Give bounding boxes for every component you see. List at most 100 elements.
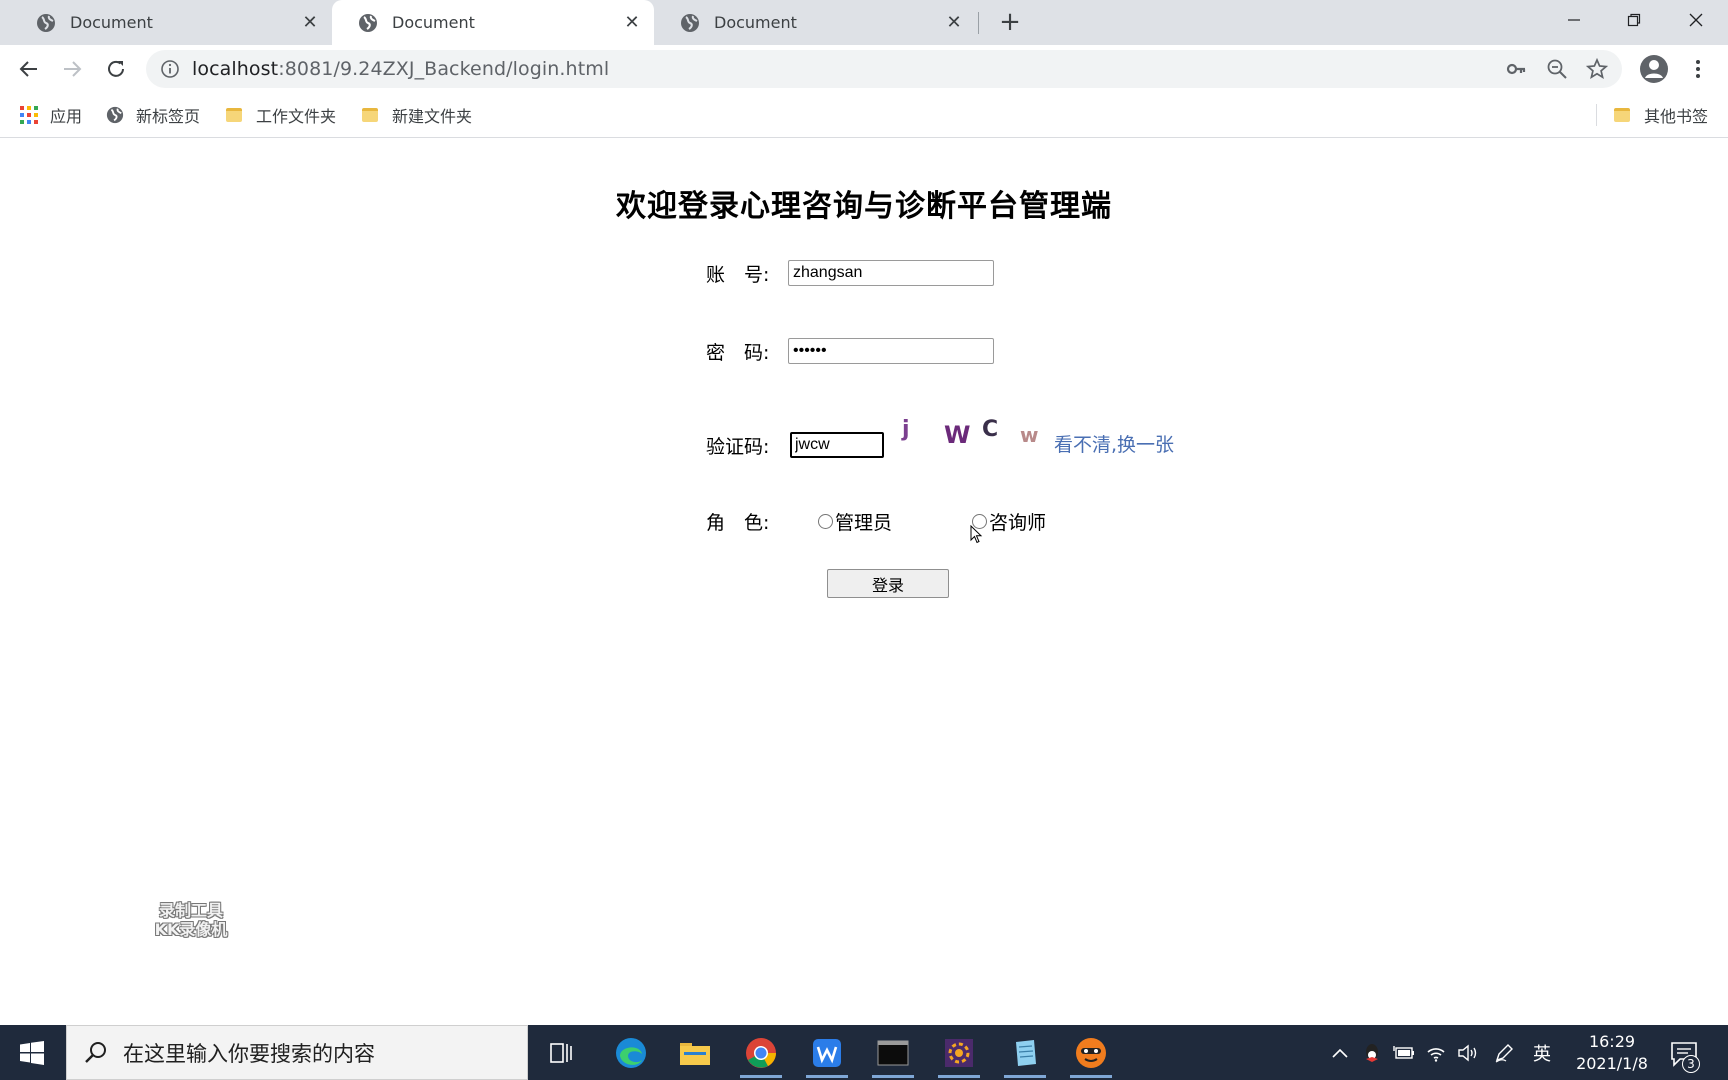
minimize-button[interactable]: [1546, 0, 1602, 40]
wps-writer-icon: [813, 1038, 841, 1067]
bookmark-star-icon[interactable]: [1586, 58, 1608, 80]
captcha-row: 验证码:: [706, 430, 884, 460]
close-icon[interactable]: ✕: [942, 11, 966, 35]
taskbar-search[interactable]: 在这里输入你要搜索的内容: [66, 1025, 528, 1080]
url-host: localhost: [192, 58, 279, 80]
taskbar-terminal[interactable]: [866, 1029, 920, 1078]
taskbar-wps[interactable]: [800, 1029, 854, 1078]
forward-arrow-icon: [64, 61, 82, 77]
taskbar-recorder[interactable]: [1064, 1029, 1118, 1078]
bookmark-other[interactable]: 其他书签: [1614, 103, 1708, 127]
tab-separator: [978, 12, 979, 34]
taskbar-eclipse[interactable]: [932, 1029, 986, 1078]
bookmark-separator: [1596, 104, 1597, 126]
taskbar-edge[interactable]: [604, 1029, 658, 1076]
info-icon[interactable]: [160, 59, 180, 79]
task-view-icon: [550, 1042, 572, 1063]
account-row: 账 号:: [706, 258, 994, 288]
close-icon: [1689, 13, 1703, 27]
tab-2[interactable]: Document ✕: [332, 0, 654, 45]
forward-button[interactable]: [56, 53, 88, 85]
key-icon[interactable]: [1506, 58, 1528, 80]
captcha-image[interactable]: j W C w: [898, 413, 1048, 453]
globe-icon: [359, 13, 377, 32]
url-path: :8081/9.24ZXJ_Backend/login.html: [278, 58, 610, 80]
url-text[interactable]: localhost:8081/9.24ZXJ_Backend/login.htm…: [192, 58, 609, 80]
watermark-line: KK录像机: [154, 920, 228, 939]
taskbar-chrome[interactable]: [734, 1029, 788, 1078]
account-label: 账 号:: [706, 263, 770, 286]
search-icon: [85, 1041, 106, 1063]
close-window-button[interactable]: [1668, 0, 1724, 40]
notepad-icon: [1016, 1039, 1036, 1066]
globe-icon: [106, 106, 124, 124]
clock-time: 16:29: [1588, 1032, 1636, 1051]
back-arrow-icon: [19, 61, 37, 77]
restore-button[interactable]: [1606, 0, 1662, 40]
zoom-icon[interactable]: [1546, 58, 1568, 80]
pen-icon[interactable]: [1492, 1041, 1516, 1065]
bookmark-label: 应用: [50, 107, 83, 126]
role-label: 角 色:: [706, 511, 770, 534]
back-button[interactable]: [13, 53, 45, 85]
wifi-icon[interactable]: [1424, 1041, 1448, 1065]
password-label: 密 码:: [706, 341, 770, 364]
login-button[interactable]: 登录: [827, 569, 949, 598]
folder-icon: [1614, 108, 1630, 122]
captcha-refresh-link[interactable]: 看不清,换一张: [1054, 430, 1174, 457]
role-admin-radio[interactable]: [818, 513, 833, 529]
profile-button[interactable]: [1638, 53, 1670, 85]
notification-badge: 3: [1682, 1055, 1700, 1073]
address-bar[interactable]: localhost:8081/9.24ZXJ_Backend/login.htm…: [146, 50, 1622, 88]
role-row: 角 色: 管理员 咨询师: [706, 506, 1046, 536]
bookmark-new-folder[interactable]: 新建文件夹: [362, 103, 472, 127]
taskbar-file-explorer[interactable]: [668, 1029, 722, 1076]
role-counselor-label[interactable]: 咨询师: [989, 508, 1046, 535]
volume-icon[interactable]: [1456, 1041, 1480, 1065]
start-button[interactable]: [10, 1036, 54, 1070]
avatar-icon: [1640, 55, 1668, 83]
role-admin-label[interactable]: 管理员: [835, 508, 892, 535]
mouse-cursor-icon: [970, 525, 983, 544]
bookmark-apps[interactable]: 应用: [20, 103, 82, 127]
edge-browser-icon: [616, 1037, 646, 1068]
windows-taskbar: 在这里输入你要搜索的内容 英 16:29 2021/1/8 3: [0, 1025, 1728, 1080]
tab-1[interactable]: Document ✕: [10, 0, 332, 45]
bookmark-label: 新建文件夹: [392, 107, 473, 126]
qq-icon[interactable]: [1360, 1041, 1384, 1065]
reload-button[interactable]: [100, 53, 132, 85]
captcha-char: W: [944, 421, 971, 449]
task-view-button[interactable]: [534, 1029, 588, 1076]
bookmark-label: 新标签页: [136, 107, 201, 126]
tab-3[interactable]: Document ✕: [654, 0, 976, 45]
captcha-char: w: [1020, 423, 1039, 447]
terminal-icon: [877, 1040, 909, 1065]
bookmark-label: 工作文件夹: [256, 107, 337, 126]
windows-logo-icon: [20, 1041, 44, 1065]
captcha-input[interactable]: [790, 432, 884, 458]
globe-icon: [37, 13, 55, 32]
clock-date: 2021/1/8: [1576, 1054, 1648, 1073]
new-tab-button[interactable]: +: [997, 7, 1023, 37]
ime-indicator[interactable]: 英: [1530, 1041, 1554, 1065]
bookmarks-bar: 应用 新标签页 工作文件夹 新建文件夹 其他书签: [0, 93, 1728, 138]
battery-icon[interactable]: [1392, 1041, 1416, 1065]
reload-icon: [108, 60, 124, 77]
close-icon[interactable]: ✕: [620, 11, 644, 35]
password-input[interactable]: [788, 338, 994, 364]
minimize-icon: [1568, 19, 1580, 21]
captcha-char: j: [902, 417, 910, 442]
java-ee-icon: [945, 1038, 973, 1067]
bookmark-work-folder[interactable]: 工作文件夹: [226, 103, 336, 127]
taskbar-notepad[interactable]: [998, 1029, 1052, 1078]
bookmark-new-tab[interactable]: 新标签页: [106, 103, 200, 127]
close-icon[interactable]: ✕: [298, 11, 322, 35]
watermark-line: 录制工具: [158, 901, 223, 920]
tray-overflow-chevron-icon[interactable]: [1328, 1041, 1352, 1065]
tab-title: Document: [714, 13, 797, 32]
recorder-watermark: 录制工具 KK录像机: [143, 901, 239, 939]
taskbar-clock[interactable]: 16:29 2021/1/8: [1564, 1031, 1660, 1075]
account-input[interactable]: [788, 260, 994, 286]
folder-icon: [362, 108, 378, 122]
menu-button[interactable]: [1682, 53, 1714, 85]
